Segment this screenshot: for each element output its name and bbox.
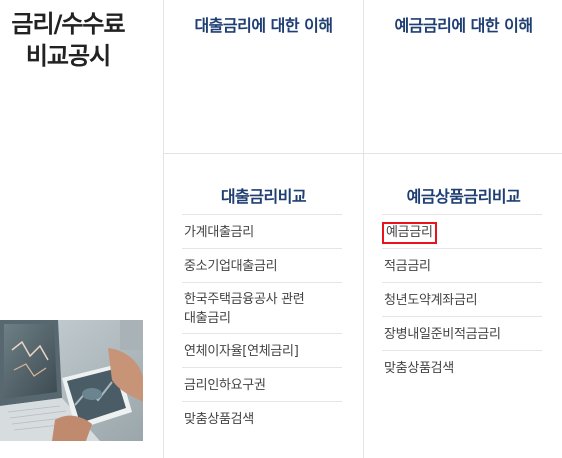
loan-rate-comparison-title[interactable]: 대출금리비교 xyxy=(164,183,363,207)
deposit-rate-comparison-title[interactable]: 예금상품금리비교 xyxy=(364,183,562,207)
loan-rate-menu: 가계대출금리 중소기업대출금리 한국주택금융공사 관련 대출금리 연체이자율[연… xyxy=(182,214,342,435)
menu-item-sme-loan-rate[interactable]: 중소기업대출금리 xyxy=(182,248,342,282)
column-divider-2 xyxy=(363,0,364,458)
left-column: 금리/수수료 비교공시 xyxy=(0,0,164,458)
menu-item-household-loan-rate[interactable]: 가계대출금리 xyxy=(182,214,342,248)
laptop-tablet-photo xyxy=(0,320,143,441)
menu-item-youth-leap-account-rate[interactable]: 청년도약계좌금리 xyxy=(382,282,542,316)
page-title-line2: 비교공시 xyxy=(25,42,111,70)
menu-item-hf-loan-rate[interactable]: 한국주택금융공사 관련 대출금리 xyxy=(182,282,342,333)
deposit-rate-menu: 예금금리 적금금리 청년도약계좌금리 장병내일준비적금금리 맞춤상품검색 xyxy=(382,214,542,384)
column-divider-1 xyxy=(163,0,164,458)
row-divider xyxy=(164,153,562,154)
menu-item-soldier-savings-rate[interactable]: 장병내일준비적금금리 xyxy=(382,316,542,350)
menu-item-overdue-interest-rate[interactable]: 연체이자율[연체금리] xyxy=(182,333,342,367)
deposit-rate-understanding-link[interactable]: 예금금리에 대한 이해 xyxy=(364,12,562,36)
loan-rate-understanding-link[interactable]: 대출금리에 대한 이해 xyxy=(164,12,363,36)
menu-item-custom-product-search-deposit[interactable]: 맞춤상품검색 xyxy=(382,350,542,384)
menu-item-installment-savings-rate[interactable]: 적금금리 xyxy=(382,248,542,282)
menu-item-rate-cut-request-right[interactable]: 금리인하요구권 xyxy=(182,367,342,401)
deposit-rate-highlight: 예금금리 xyxy=(382,222,437,244)
page-title-line1: 금리/수수료 xyxy=(11,10,125,38)
page-title: 금리/수수료 비교공시 xyxy=(0,8,136,72)
menu-item-custom-product-search-loan[interactable]: 맞춤상품검색 xyxy=(182,401,342,435)
menu-item-deposit-rate[interactable]: 예금금리 xyxy=(382,214,542,248)
